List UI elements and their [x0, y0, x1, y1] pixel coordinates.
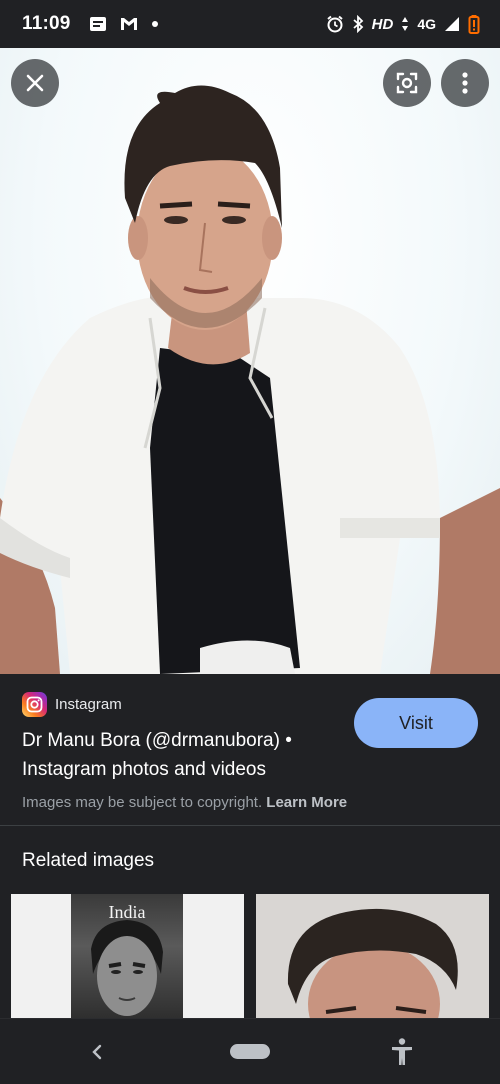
- more-vert-icon: [462, 72, 468, 94]
- status-bar: 11:09 HD 4G: [0, 0, 500, 48]
- back-icon: [92, 1044, 102, 1060]
- accessibility-icon: [392, 1038, 412, 1065]
- dot-icon: [151, 21, 158, 27]
- accessibility-button[interactable]: [388, 1037, 416, 1067]
- related-photo: [287, 908, 458, 1018]
- home-pill-icon[interactable]: [230, 1044, 270, 1059]
- close-icon: [26, 74, 44, 92]
- related-image-thumbnail[interactable]: [256, 894, 489, 1018]
- visit-button[interactable]: Visit: [354, 698, 478, 748]
- learn-more-link[interactable]: Learn More: [266, 794, 347, 811]
- battery-low-icon: [468, 15, 480, 34]
- alarm-icon: [327, 15, 343, 33]
- navigation-bar: [0, 1018, 500, 1084]
- result-info-panel: Instagram Dr Manu Bora (@drmanubora) • I…: [0, 674, 500, 826]
- instagram-icon: [22, 692, 47, 717]
- magazine-cover: India: [71, 894, 183, 1018]
- back-button[interactable]: [84, 1039, 110, 1065]
- image-viewer[interactable]: [0, 48, 500, 674]
- close-button[interactable]: [11, 59, 59, 107]
- data-arrows-icon: [402, 17, 409, 31]
- related-images-heading: Related images: [22, 850, 155, 871]
- related-images-section: Related images India: [0, 826, 500, 1018]
- google-lens-icon: [396, 72, 418, 94]
- main-photo[interactable]: [0, 48, 500, 674]
- magazine-face: [91, 920, 163, 1016]
- result-title[interactable]: Dr Manu Bora (@drmanubora) • Instagram p…: [22, 726, 342, 784]
- signal-type: 4G: [417, 16, 436, 32]
- notes-icon: [89, 17, 106, 31]
- more-options-button[interactable]: [441, 59, 489, 107]
- signal-icon: [445, 17, 459, 31]
- system-icons: HD 4G: [326, 14, 480, 34]
- copyright-notice: Images may be subject to copyright. Lear…: [22, 794, 347, 811]
- status-time: 11:09: [22, 13, 71, 34]
- copyright-text: Images may be subject to copyright.: [22, 794, 263, 811]
- notification-icons: [89, 16, 159, 32]
- source-name: Instagram: [55, 696, 122, 713]
- bluetooth-icon: [353, 15, 363, 33]
- related-image-thumbnail[interactable]: India: [11, 894, 244, 1018]
- google-lens-button[interactable]: [383, 59, 431, 107]
- gmail-icon: [120, 18, 137, 30]
- network-label: HD: [371, 15, 394, 33]
- source-row[interactable]: Instagram: [22, 692, 122, 717]
